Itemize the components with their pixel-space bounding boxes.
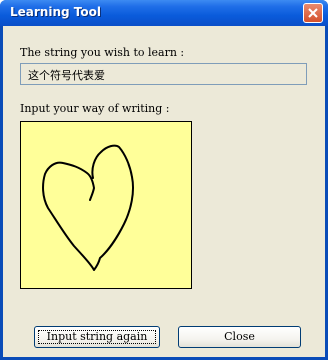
handwriting-stroke (42, 144, 134, 271)
writing-label: Input your way of writing : (20, 102, 170, 115)
close-button[interactable]: Close (178, 326, 301, 348)
window-title: Learning Tool (10, 5, 101, 19)
title-bar[interactable]: Learning Tool (0, 0, 328, 26)
learning-tool-window: Learning Tool The string you wish to lea… (0, 0, 328, 360)
close-icon (308, 8, 318, 18)
writing-canvas[interactable] (20, 121, 192, 289)
close-window-button[interactable] (303, 3, 323, 23)
input-string-again-button[interactable]: Input string again (34, 326, 160, 348)
dialog-body: The string you wish to learn : 这个符号代表爱 I… (3, 26, 325, 357)
learn-string-label: The string you wish to learn : (20, 46, 185, 59)
learn-string-field: 这个符号代表爱 (20, 63, 307, 85)
